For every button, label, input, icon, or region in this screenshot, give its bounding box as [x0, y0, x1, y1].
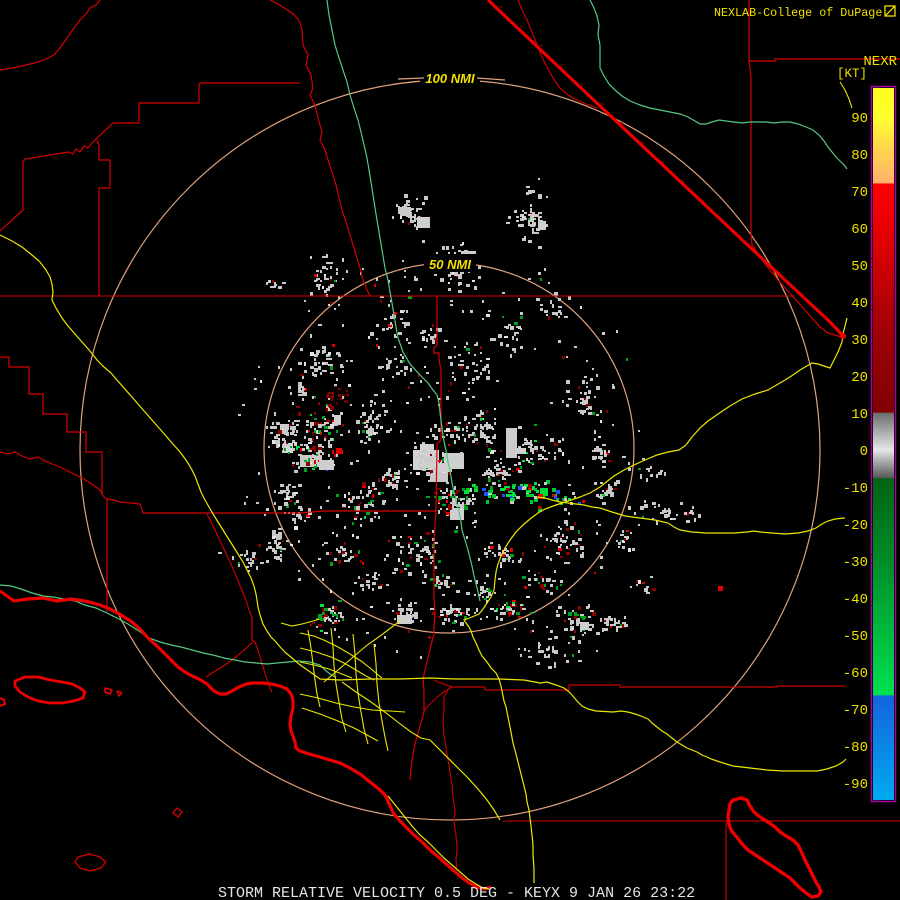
svg-text:-40: -40 — [843, 592, 868, 608]
svg-text:-20: -20 — [843, 518, 868, 534]
svg-text:50 NMI: 50 NMI — [429, 257, 471, 272]
svg-text:NEXR: NEXR — [863, 54, 897, 70]
svg-text:0: 0 — [860, 444, 868, 460]
svg-text:40: 40 — [851, 296, 868, 312]
svg-text:STORM RELATIVE VELOCITY 0.5 DE: STORM RELATIVE VELOCITY 0.5 DEG - KEYX 9… — [218, 885, 695, 900]
svg-text:[KT]: [KT] — [837, 67, 867, 81]
svg-text:10: 10 — [851, 407, 868, 423]
svg-text:-50: -50 — [843, 629, 868, 645]
svg-text:-80: -80 — [843, 740, 868, 756]
svg-text:100 NMI: 100 NMI — [425, 71, 475, 86]
svg-text:-90: -90 — [843, 777, 868, 793]
svg-text:-10: -10 — [843, 481, 868, 497]
svg-text:50: 50 — [851, 259, 868, 275]
svg-text:-30: -30 — [843, 555, 868, 571]
svg-text:90: 90 — [851, 111, 868, 127]
svg-text:70: 70 — [851, 185, 868, 201]
svg-text:80: 80 — [851, 148, 868, 164]
svg-text:60: 60 — [851, 222, 868, 238]
svg-text:-60: -60 — [843, 666, 868, 682]
svg-text:-70: -70 — [843, 703, 868, 719]
svg-text:30: 30 — [851, 333, 868, 349]
svg-text:NEXLAB-College of DuPage: NEXLAB-College of DuPage — [714, 6, 882, 20]
svg-text:20: 20 — [851, 370, 868, 386]
